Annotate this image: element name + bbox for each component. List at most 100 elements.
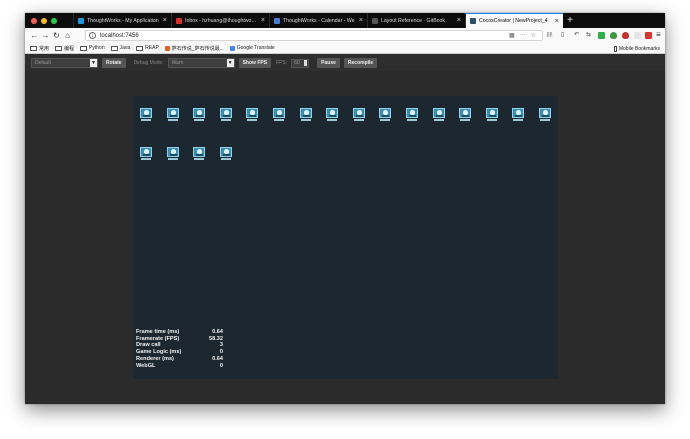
maximize-window-icon[interactable] xyxy=(51,17,57,24)
folder-icon xyxy=(110,45,118,51)
stat-key: Renderer (ms) xyxy=(136,355,174,362)
bookmark-item[interactable]: Java xyxy=(110,45,130,51)
window-controls xyxy=(25,13,73,28)
mobile-bookmarks[interactable]: Mobile Bookmarks xyxy=(613,43,660,54)
extension-shield-icon[interactable] xyxy=(610,32,617,39)
bookmark-item[interactable]: Python xyxy=(80,45,105,51)
browser-window: ThoughtWorks - My Application × Inbox - hz… xyxy=(25,13,665,404)
bookmark-item[interactable]: Google Translate xyxy=(229,45,275,51)
sidebar-icon[interactable]: ▯ xyxy=(561,31,564,38)
close-window-icon[interactable] xyxy=(31,17,37,24)
fps-value: 60 xyxy=(294,60,300,66)
stats-panel: Frame time (ms) 0.64 Framerate (FPS) 58.32 D… xyxy=(136,329,223,369)
tab-label: ThoughtWorks - Calendar - We xyxy=(283,17,355,24)
home-button[interactable]: ⌂ xyxy=(62,30,73,41)
cocos-logo-sprite xyxy=(140,147,152,160)
stat-value: 0 xyxy=(219,349,223,356)
close-tab-icon[interactable]: × xyxy=(163,17,167,24)
bookmarks-bar: 常用 编程 Python Java REAP 萨石传说_萨石传说最... Google Tr… xyxy=(25,43,665,54)
cocos-logo-icon xyxy=(485,108,498,118)
navigation-bar: ← → ↻ ⌂ i localhost:7456 ▦ ··· ☆ |||\ ▯ … xyxy=(25,28,665,43)
bookmark-item[interactable]: 编程 xyxy=(55,45,74,52)
bookmark-label: REAP xyxy=(145,45,159,51)
page-actions-icon[interactable]: ··· xyxy=(520,32,526,39)
cocos-logo-icon xyxy=(512,108,525,118)
fps-input[interactable]: 60 xyxy=(291,58,310,68)
debug-mode-label: Debug Mode: xyxy=(133,60,164,66)
menu-icon[interactable]: ≡ xyxy=(656,30,661,39)
cocos-logo-sprite xyxy=(166,147,179,160)
extension-blank-icon[interactable] xyxy=(634,32,641,39)
cocos-logo-sprite xyxy=(246,108,259,121)
browser-tab[interactable]: ThoughtWorks - My Application × xyxy=(73,13,171,28)
extension-green-icon[interactable] xyxy=(598,32,605,39)
close-tab-icon[interactable]: × xyxy=(457,17,461,24)
bookmark-item[interactable]: 常用 xyxy=(30,45,49,52)
tab-label: Inbox - hzhuang@thoughtworks xyxy=(185,17,258,24)
device-select[interactable]: Default ▼ xyxy=(31,58,98,68)
favicon-icon xyxy=(372,17,378,24)
stats-row: Game Logic (ms) 0 xyxy=(136,349,223,356)
show-fps-button[interactable]: Show FPS xyxy=(238,58,272,68)
back-button[interactable]: ← xyxy=(29,30,40,41)
favicon-icon xyxy=(176,17,182,24)
stat-key: Draw call xyxy=(136,342,161,349)
stats-row: WebGL 0 xyxy=(136,363,223,370)
cocos-logo-sprite xyxy=(379,108,392,121)
cocos-logo-icon xyxy=(326,108,339,118)
favicon-icon xyxy=(274,17,280,24)
cocos-logo-sprite xyxy=(485,108,498,121)
url-bar[interactable]: i localhost:7456 ▦ ··· ☆ xyxy=(85,30,543,41)
stats-row: Draw call 3 xyxy=(136,342,223,349)
bookmark-star-icon[interactable]: ☆ xyxy=(531,32,536,39)
cocos-logo-icon xyxy=(406,108,418,118)
rotate-button[interactable]: Rotate xyxy=(102,58,126,68)
tab-label: CocosCreator | NewProject_4 xyxy=(479,18,548,24)
stat-value: 0.64 xyxy=(212,329,223,335)
bookmark-favicon-icon xyxy=(229,45,235,51)
browser-tab[interactable]: CocosCreator | NewProject_4 × xyxy=(465,13,563,28)
browser-tab[interactable]: Layout Reference · GitBook × xyxy=(367,13,465,28)
cocos-logo-sprite xyxy=(459,108,472,121)
bookmark-item[interactable]: 萨石传说_萨石传说最... xyxy=(164,45,224,52)
stepper-icon[interactable] xyxy=(304,60,308,66)
sync-icon[interactable]: ⇆ xyxy=(586,31,591,38)
close-tab-icon[interactable]: × xyxy=(555,18,559,25)
debug-mode-select[interactable]: Warn ▼ xyxy=(167,58,235,68)
cocos-logo-sprite xyxy=(352,108,365,121)
cocos-logo-icon xyxy=(273,108,285,118)
stat-key: Frame time (ms) xyxy=(136,329,180,335)
new-tab-button[interactable]: + xyxy=(563,13,577,28)
fps-label: FPS: xyxy=(276,60,288,66)
library-icon[interactable]: |||\ xyxy=(547,32,552,38)
stat-key: Game Logic (ms) xyxy=(136,349,182,356)
stat-value: 58.32 xyxy=(209,335,223,342)
cocos-logo-sprite xyxy=(140,108,152,121)
preview-area: Frame time (ms) 0.64 Framerate (FPS) 58.32 D… xyxy=(25,71,665,404)
bookmark-item[interactable]: REAP xyxy=(136,45,159,51)
reload-button[interactable]: ↻ xyxy=(51,30,62,41)
close-tab-icon[interactable]: × xyxy=(261,17,265,24)
cocos-logo-sprite xyxy=(406,108,418,121)
cocos-logo-icon xyxy=(140,108,152,118)
extension-red-shield-icon[interactable] xyxy=(622,32,629,39)
cocos-logo-sprite xyxy=(193,147,206,160)
cocos-logo-sprite xyxy=(193,108,206,121)
qr-code-icon[interactable]: ▦ xyxy=(509,32,515,39)
cocos-logo-icon xyxy=(219,147,232,157)
pause-button[interactable]: Pause xyxy=(317,58,340,68)
browser-tab[interactable]: Inbox - hzhuang@thoughtworks × xyxy=(171,13,269,28)
cocos-logo-icon xyxy=(193,147,206,157)
forward-button[interactable]: → xyxy=(40,30,51,41)
browser-tab[interactable]: ThoughtWorks - Calendar - We × xyxy=(269,13,367,28)
minimize-window-icon[interactable] xyxy=(41,17,47,24)
close-tab-icon[interactable]: × xyxy=(359,17,363,24)
undo-icon[interactable]: ↶ xyxy=(574,31,579,38)
game-canvas[interactable]: Frame time (ms) 0.64 Framerate (FPS) 58.32 D… xyxy=(133,96,558,379)
extension-red-icon[interactable] xyxy=(645,32,652,39)
cocos-logo-sprite xyxy=(219,108,232,121)
cocos-logo-sprite xyxy=(432,108,445,121)
tab-label: ThoughtWorks - My Application xyxy=(87,17,159,24)
recompile-button[interactable]: Recompile xyxy=(343,58,378,68)
info-icon[interactable]: i xyxy=(89,32,96,39)
